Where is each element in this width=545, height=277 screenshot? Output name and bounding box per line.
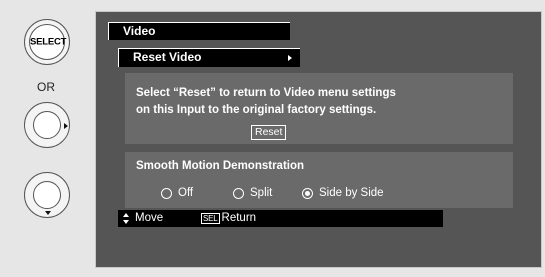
radio-circle-icon	[233, 187, 244, 199]
radio-off[interactable]: Off	[161, 187, 193, 199]
reset-description: Select “Reset” to return to Video menu s…	[136, 85, 396, 119]
radio-label: Off	[178, 187, 194, 199]
reset-panel: Select “Reset” to return to Video menu s…	[125, 73, 513, 144]
radio-side-by-side[interactable]: Side by Side	[302, 187, 384, 199]
help-return: SEL Return	[201, 210, 256, 227]
right-button-inner	[33, 111, 61, 139]
osd-menu: Video Reset Video Select “Reset” to retu…	[95, 11, 542, 268]
radio-split[interactable]: Split	[233, 187, 272, 199]
submenu-arrow-icon	[288, 55, 292, 61]
help-bar: Move SEL Return	[118, 210, 443, 227]
tab-video[interactable]: Video	[108, 22, 290, 40]
radio-label: Split	[250, 187, 273, 199]
or-label: OR	[37, 80, 55, 94]
reset-button[interactable]: Reset	[251, 125, 287, 140]
sel-badge: SEL	[201, 213, 220, 224]
help-move: Move	[123, 210, 163, 227]
select-button-graphic: SELECT	[24, 19, 70, 65]
help-move-label: Move	[135, 212, 164, 224]
up-down-arrows-icon	[123, 213, 129, 224]
help-return-label: Return	[221, 212, 257, 224]
down-button-inner	[33, 181, 61, 209]
radio-label: Side by Side	[319, 187, 384, 199]
chevron-down-icon	[45, 211, 51, 215]
reset-description-line1: Select “Reset” to return to Video menu s…	[136, 87, 396, 99]
radio-circle-icon	[161, 187, 172, 199]
radio-circle-selected-icon	[302, 187, 313, 199]
smooth-motion-options: Off Split Side by Side	[125, 187, 513, 201]
down-button-graphic	[24, 172, 70, 218]
menu-item-reset-video[interactable]: Reset Video	[118, 48, 300, 67]
select-label: SELECT	[30, 36, 67, 48]
reset-description-line2: on this Input to the original factory se…	[136, 104, 377, 116]
menu-item-label: Reset Video	[133, 50, 202, 64]
smooth-motion-panel: Smooth Motion Demonstration Off Split Si…	[125, 152, 513, 208]
right-button-graphic	[24, 102, 70, 148]
chevron-right-icon	[64, 123, 68, 129]
smooth-motion-title: Smooth Motion Demonstration	[136, 160, 305, 172]
select-button-inner: SELECT	[29, 24, 67, 60]
